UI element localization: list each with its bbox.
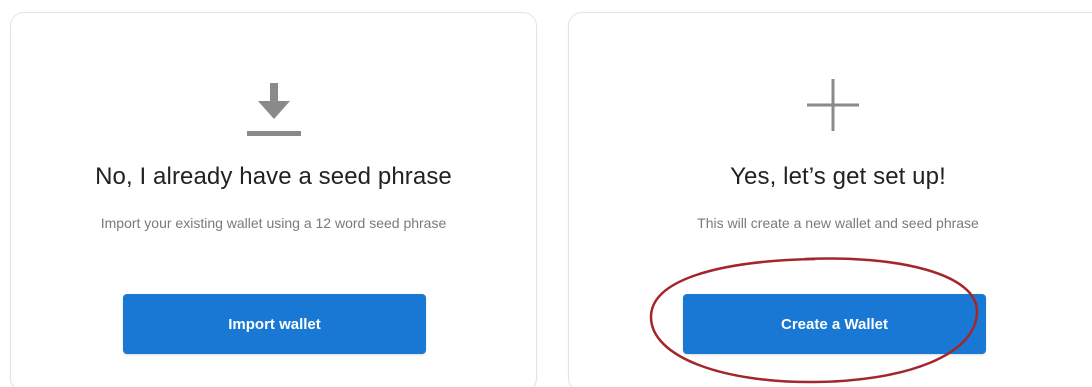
import-card-title: No, I already have a seed phrase <box>95 163 452 190</box>
create-wallet-button[interactable]: Create a Wallet <box>683 294 986 354</box>
import-wallet-card: No, I already have a seed phrase Import … <box>10 12 537 387</box>
download-icon <box>247 83 301 136</box>
plus-icon <box>807 79 859 131</box>
import-card-description: Import your existing wallet using a 12 w… <box>100 215 447 231</box>
create-card-description: This will create a new wallet and seed p… <box>697 215 979 231</box>
wallet-setup-screen: No, I already have a seed phrase Import … <box>0 0 1092 387</box>
create-card-title: Yes, let’s get set up! <box>730 163 946 190</box>
import-wallet-button[interactable]: Import wallet <box>123 294 426 354</box>
create-wallet-card: Yes, let’s get set up! This will create … <box>568 12 1092 387</box>
